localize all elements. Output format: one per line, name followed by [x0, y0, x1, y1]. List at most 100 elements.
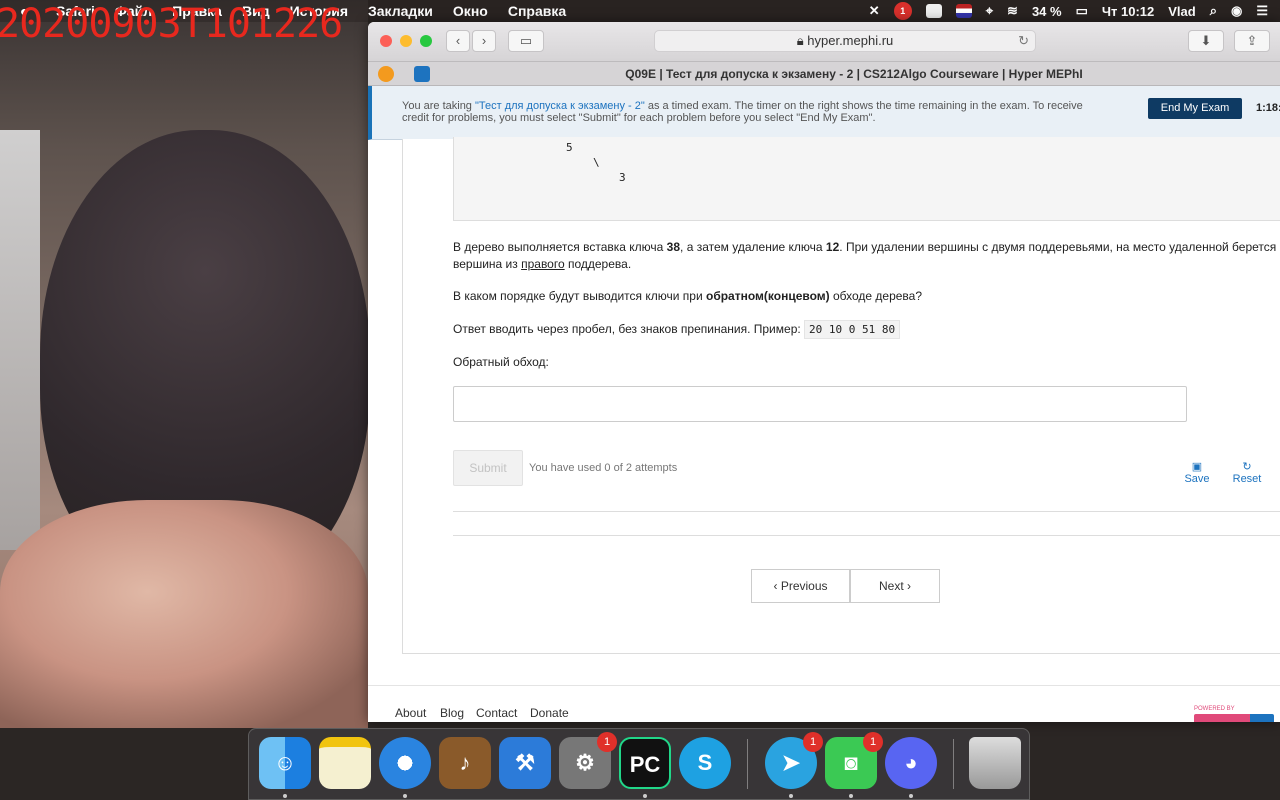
browser-toolbar: ‹ › ▭ 🔒︎ hyper.mephi.ru ↻ ⬇ ⇪: [368, 22, 1280, 62]
p3-text: Ответ вводить через пробел, без знаков п…: [453, 322, 805, 336]
problem-statement: В дерево выполняется вставка ключа 38, а…: [453, 239, 1280, 273]
divider: [453, 511, 1280, 512]
close-window-button[interactable]: [380, 35, 392, 47]
notification-badge-icon[interactable]: 1: [893, 2, 912, 20]
minimize-window-button[interactable]: [400, 35, 412, 47]
back-button[interactable]: ‹: [446, 30, 470, 52]
answer-example: 20 10 0 51 80: [804, 320, 901, 339]
guitar-icon: ♪: [459, 750, 471, 775]
chevron-left-icon: ‹: [773, 579, 781, 593]
xcode-icon[interactable]: ⚒: [499, 737, 551, 789]
running-indicator: [283, 794, 287, 798]
next-button[interactable]: Next ›: [850, 569, 940, 603]
next-label: Next: [878, 579, 904, 593]
key-insert: 38: [666, 240, 681, 254]
reset-icon: ↻: [1242, 461, 1252, 473]
skype-icon[interactable]: S: [679, 737, 731, 789]
address-bar[interactable]: 🔒︎ hyper.mephi.ru ↻: [654, 30, 1036, 52]
powered-by-logo[interactable]: POWERED BY: [1194, 706, 1274, 722]
footer-contact-link[interactable]: Contact: [476, 706, 517, 720]
garageband-icon[interactable]: ♪: [439, 737, 491, 789]
key-delete: 12: [825, 240, 840, 254]
problem-card: 5 \ 3 В дерево выполняется вставка ключа…: [402, 137, 1280, 654]
webcam-feed: [0, 0, 368, 728]
reset-button[interactable]: ↻ Reset: [1227, 461, 1267, 485]
answer-label: Обратный обход:: [453, 355, 549, 369]
bluetooth-off-icon[interactable]: ✕: [869, 3, 880, 19]
menu-window[interactable]: Окно: [453, 3, 488, 19]
running-indicator: [403, 794, 407, 798]
tree-edge: \: [593, 156, 600, 169]
safari-window: ‹ › ▭ 🔒︎ hyper.mephi.ru ↻ ⬇ ⇪ Q09E | Тес…: [368, 22, 1280, 722]
save-icon: ▣: [1191, 461, 1203, 473]
skype-logo-icon: S: [697, 750, 713, 775]
exam-banner-message: You are taking "Тест для допуска к экзам…: [402, 100, 1102, 124]
trash-icon[interactable]: [969, 737, 1021, 789]
tree-node-3: 3: [619, 171, 626, 184]
answer-format-hint: Ответ вводить через пробел, без знаков п…: [453, 320, 1280, 339]
location-icon[interactable]: ⌖: [986, 3, 993, 19]
p2-text: В каком порядке будут выводится ключи пр…: [453, 289, 706, 303]
problem-question: В каком порядке будут выводится ключи пр…: [453, 288, 1280, 305]
end-my-exam-button[interactable]: End My Exam: [1148, 98, 1242, 119]
traversal-type: обратном(концевом): [705, 289, 830, 303]
tree-diagram: 5 \ 3: [453, 137, 1280, 221]
powered-by-text: POWERED BY: [1194, 706, 1235, 712]
exam-link[interactable]: "Тест для допуска к экзамену - 2": [475, 100, 645, 112]
pycharm-icon[interactable]: PC: [619, 737, 671, 789]
reload-icon[interactable]: ↻: [1018, 31, 1029, 51]
answer-input[interactable]: [453, 386, 1187, 422]
pycharm-logo-icon: PC: [629, 752, 661, 777]
spotlight-search-icon[interactable]: ⌕: [1210, 3, 1217, 19]
submit-button[interactable]: Submit: [453, 450, 523, 486]
notification-center-icon[interactable]: ☰: [1256, 3, 1268, 19]
menu-bookmarks[interactable]: Закладки: [368, 3, 433, 19]
save-button[interactable]: ▣ Save: [1177, 461, 1217, 485]
footer-blog-link[interactable]: Blog: [440, 706, 464, 720]
finder-icon[interactable]: ☺: [259, 737, 311, 789]
telegram-icon[interactable]: ➤ 1: [765, 732, 823, 789]
previous-button[interactable]: ‹ Previous: [751, 569, 850, 603]
share-icon[interactable]: ⇪: [1234, 30, 1270, 52]
wifi-icon[interactable]: ≋: [1007, 3, 1018, 19]
banner-msg-prefix: You are taking: [402, 100, 475, 112]
tree-node-5: 5: [566, 141, 573, 154]
user-name[interactable]: Vlad: [1168, 4, 1195, 19]
url-text: hyper.mephi.ru: [807, 33, 894, 48]
exam-timer: 1:18:: [1256, 102, 1280, 114]
background-wall: [0, 130, 40, 550]
p1-text: В дерево выполняется вставка ключа: [453, 240, 667, 254]
footer-donate-link[interactable]: Donate: [530, 706, 569, 720]
facetime-badge: 1: [863, 732, 883, 752]
menu-help[interactable]: Справка: [508, 3, 566, 19]
sysprefs-badge: 1: [597, 732, 617, 752]
battery-percent[interactable]: 34 %: [1032, 4, 1062, 19]
recording-timestamp: 20200903T101226: [0, 1, 343, 47]
message-icon[interactable]: [925, 4, 942, 18]
safari-icon[interactable]: [379, 737, 431, 789]
dock: ☺ ♪ ⚒ ⚙ 1 PC S ➤ 1 ◙ 1 ◕: [248, 728, 1030, 800]
hammer-icon: ⚒: [515, 750, 535, 775]
siri-icon[interactable]: ◉: [1231, 3, 1242, 19]
discord-icon[interactable]: ◕: [885, 737, 937, 789]
reset-label: Reset: [1232, 473, 1262, 485]
clock[interactable]: Чт 10:12: [1102, 4, 1154, 19]
flag-icon[interactable]: [955, 4, 972, 18]
system-preferences-icon[interactable]: ⚙ 1: [559, 732, 617, 789]
footer-about-link[interactable]: About: [395, 706, 426, 720]
divider: [453, 535, 1280, 536]
attempts-counter: You have used 0 of 2 attempts: [529, 462, 678, 474]
lock-icon: 🔒︎: [796, 33, 808, 48]
battery-icon[interactable]: ▭: [1076, 3, 1088, 19]
tab-bar: Q09E | Тест для допуска к экзамену - 2 |…: [368, 62, 1280, 86]
zoom-window-button[interactable]: [420, 35, 432, 47]
sidebar-toggle-icon[interactable]: ▭: [508, 30, 544, 52]
active-tab-title[interactable]: Q09E | Тест для допуска к экзамену - 2 |…: [368, 67, 1280, 81]
downloads-icon[interactable]: ⬇: [1188, 30, 1224, 52]
chevron-right-icon: ›: [903, 579, 912, 593]
finder-face-icon: ☺: [273, 750, 297, 775]
notes-icon[interactable]: [319, 737, 371, 789]
forward-button[interactable]: ›: [472, 30, 496, 52]
p2-text-c: обходе дерева?: [829, 289, 923, 303]
facetime-icon[interactable]: ◙ 1: [825, 732, 883, 789]
